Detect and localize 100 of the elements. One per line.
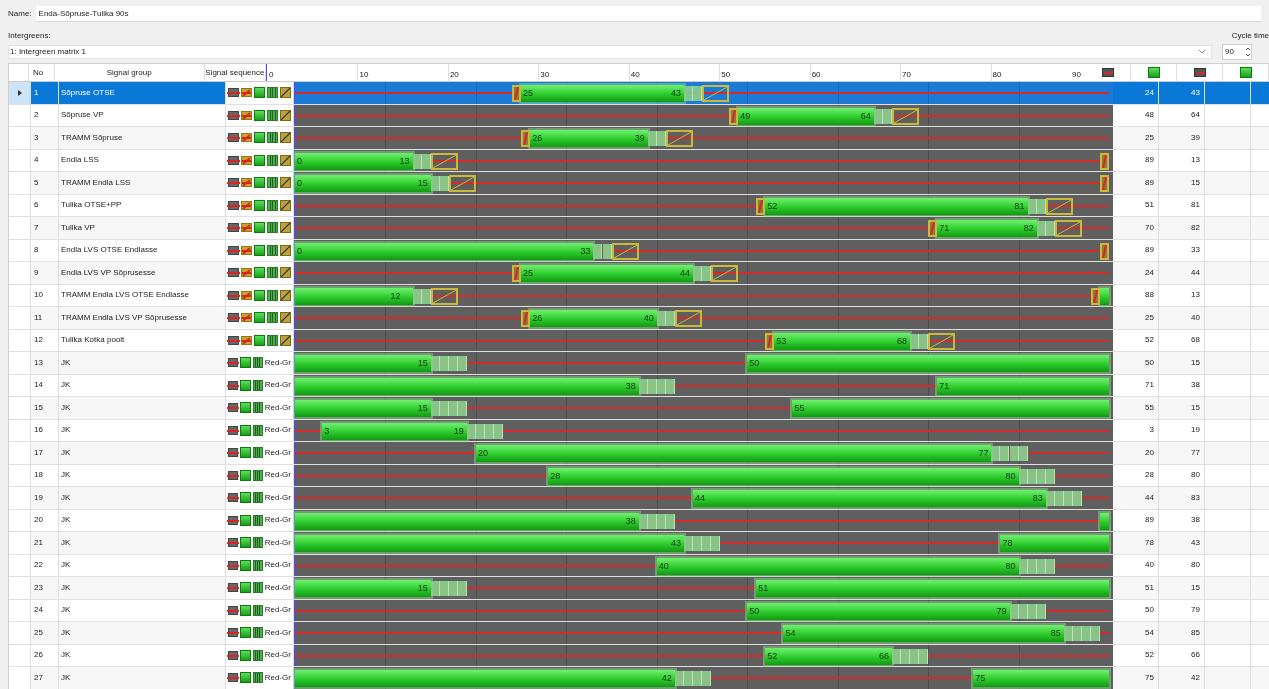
stop-signal-icon	[228, 403, 239, 413]
blink-block	[457, 401, 467, 416]
table-row[interactable]: 12 Tulika Kotka poolt 53 68 52 68	[9, 329, 1269, 352]
table-row[interactable]: 5 TRAMM Endla LSS 0 15 89 15	[9, 172, 1269, 195]
time-label: 50	[749, 357, 760, 369]
column-header[interactable]: No	[28, 64, 55, 81]
table-row[interactable]: 20 JK Red-Gr 38 89 38	[9, 509, 1269, 532]
table-row[interactable]: 3 TRAMM Sõpruse 26 39 25 39	[9, 127, 1269, 150]
caution-block	[674, 310, 702, 327]
time-label: 38	[625, 379, 636, 392]
column-header[interactable]: Signal sequence	[204, 64, 266, 81]
blink-block	[1072, 626, 1082, 641]
table-cell: 89	[1113, 149, 1159, 171]
blink-block	[484, 423, 494, 439]
table-row[interactable]: 21 JK Red-Gr 43 78 78 43	[9, 532, 1269, 555]
table-row[interactable]: 13 JK Red-Gr 15 50 50 15	[9, 352, 1269, 375]
stop-signal-icon	[1193, 68, 1206, 77]
stop-signal-icon	[228, 380, 239, 390]
prepare-block	[512, 265, 522, 282]
stop-signal-icon	[228, 583, 239, 593]
column-header[interactable]: Signal group	[54, 64, 205, 81]
blink-block	[457, 581, 467, 596]
blink-block	[439, 356, 449, 371]
table-row[interactable]: 7 Tulika VP 71 82 70 82	[9, 217, 1269, 240]
blink-block	[1027, 198, 1037, 214]
prepare-block	[1099, 242, 1109, 260]
table-row[interactable]: 18 JK Red-Gr 28 80 28 80	[9, 464, 1269, 487]
table-row[interactable]: 17 JK Red-Gr 20 77 20 77	[9, 442, 1269, 465]
prepare-block	[756, 197, 766, 215]
table-row[interactable]: 19 JK Red-Gr 44 83 44 83	[9, 487, 1269, 510]
blink-block	[1045, 491, 1055, 506]
table-cell: 15	[31, 397, 59, 419]
table-row[interactable]: 25 JK Red-Gr 54 85 54 85	[9, 622, 1269, 645]
table-cell: 3	[1113, 419, 1159, 441]
prepare-signal-icon	[241, 245, 252, 255]
sequence-label: Red-Gr	[264, 446, 291, 459]
table-row[interactable]: 15 JK Red-Gr 15 55 55 15	[9, 397, 1269, 420]
table-row[interactable]: 24 JK Red-Gr 50 79 50 79	[9, 599, 1269, 622]
time-label: 13	[399, 154, 410, 167]
name-field[interactable]: Enda-Sõpruse-Tulika 90s	[35, 6, 1261, 22]
table-cell: 25	[1113, 307, 1159, 329]
go-signal-icon	[240, 604, 251, 616]
stop-signal-icon	[228, 493, 239, 503]
table-row[interactable]: 16 JK Red-Gr 3 19 3 19	[9, 419, 1269, 442]
table-cell: 9	[31, 262, 59, 284]
stop-signal-icon	[228, 290, 239, 300]
table-cell: 64	[1159, 104, 1205, 126]
table-cell: 23	[31, 577, 59, 599]
table-row[interactable]: 10 TRAMM Endla LVS OTSE Endlasse 12 88 13	[9, 284, 1269, 307]
blink-block	[692, 671, 702, 686]
caution-signal-icon	[280, 199, 291, 211]
blink-block	[638, 378, 648, 394]
current-row-icon	[17, 89, 22, 96]
stop-signal-icon	[228, 178, 239, 188]
table-row[interactable]: 8 Endla LVS OTSE Endlasse 0 33 89 33	[9, 239, 1269, 262]
caution-block	[665, 130, 693, 147]
table-row[interactable]: 22 JK Red-Gr 40 80 40 80	[9, 554, 1269, 577]
table-cell: 70	[1113, 217, 1159, 239]
table-row[interactable]: 2 Sõpruse VP 49 64 48 64	[9, 104, 1269, 127]
prepare-block	[765, 332, 775, 350]
blink-block	[665, 378, 675, 394]
table-cell: 5	[31, 172, 59, 194]
table-row[interactable]: 27 JK Red-Gr 42 75 75 42	[9, 667, 1269, 689]
blink-block	[1072, 491, 1082, 506]
table-cell: 40	[1113, 554, 1159, 576]
table-row[interactable]: 11 TRAMM Endla LVS VP Sõprusesse 26 40 25 40	[9, 307, 1269, 330]
time-label: 0	[297, 177, 302, 189]
time-label: 40	[658, 559, 669, 572]
time-label: 0	[297, 244, 302, 257]
table-row[interactable]: 4 Endla LSS 0 13 89 13	[9, 149, 1269, 172]
caution-block	[711, 265, 739, 282]
go-signal-icon	[254, 177, 265, 189]
table-row[interactable]: 26 JK Red-Gr 52 66 52 66	[9, 644, 1269, 667]
axis-label: 60	[811, 69, 821, 81]
cycle-time-field[interactable]: 90	[1222, 44, 1252, 60]
prepare-signal-icon	[241, 110, 252, 120]
go-signal-icon	[254, 334, 265, 346]
prepare-block	[521, 130, 531, 147]
stop-signal-icon	[228, 268, 239, 278]
table-row[interactable]: 23 JK Red-Gr 15 51 51 15	[9, 577, 1269, 600]
table-row[interactable]: 14 JK Red-Gr 38 71 71 38	[9, 374, 1269, 397]
intergreen-dropdown[interactable]: 1: Intergreen matrix 1	[8, 45, 1212, 59]
caution-block	[891, 107, 920, 125]
time-label: 0	[297, 154, 302, 167]
table-cell: 13	[1159, 284, 1205, 306]
table-row[interactable]: 6 Tulika OTSE+PP 52 81 51 81	[9, 194, 1269, 217]
go-signal-icon	[240, 424, 251, 436]
blink-block	[1081, 626, 1091, 641]
table-cell: 79	[1159, 599, 1205, 621]
table-cell: 43	[1159, 532, 1205, 554]
table-row[interactable]: 9 Endla LVS VP Sõprusesse 25 44 24 44	[9, 262, 1269, 285]
time-label: 71	[939, 379, 950, 392]
time-label: 82	[1023, 222, 1034, 234]
stop-signal-icon	[228, 88, 239, 98]
spinner-icon[interactable]	[1245, 46, 1251, 58]
table-cell: 38	[1159, 509, 1205, 531]
table-cell: 39	[1159, 127, 1205, 149]
table-row[interactable]: 1 Sõpruse OTSE 25 43 24 43	[9, 82, 1269, 105]
blinking-go-signal-icon	[267, 244, 278, 256]
blink-block	[412, 288, 422, 304]
